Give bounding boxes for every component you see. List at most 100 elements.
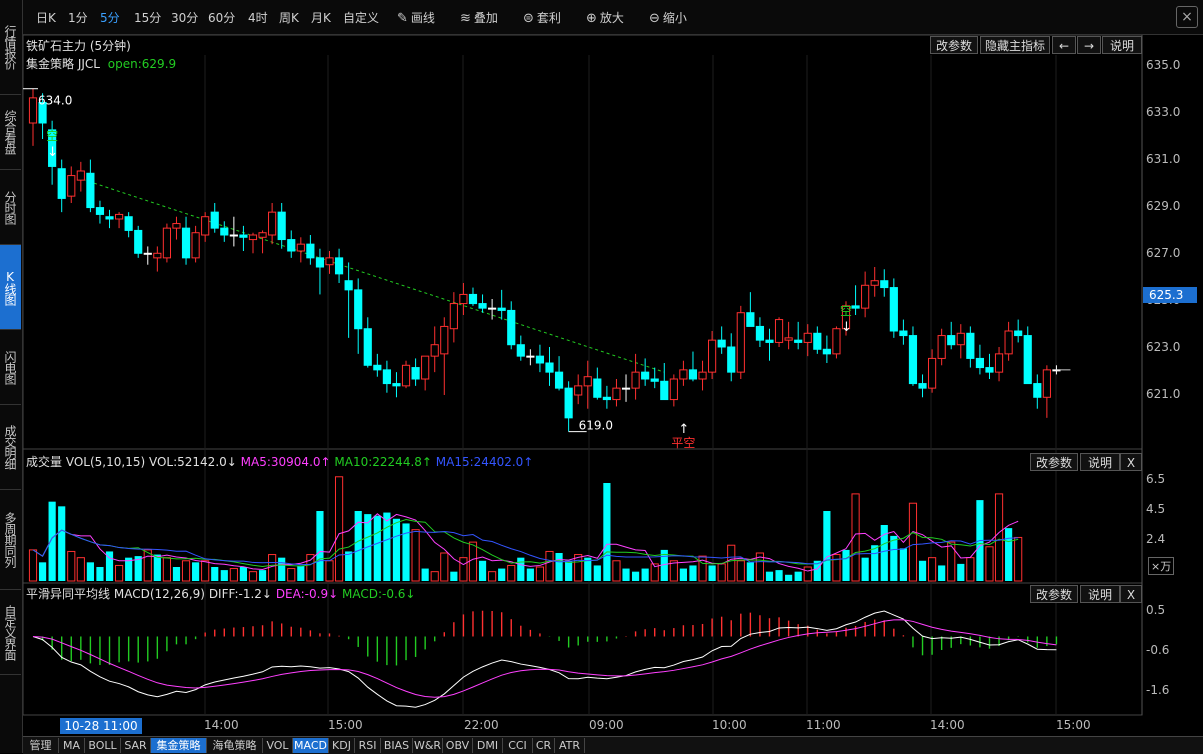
main-btn-4[interactable]: 说明 — [1102, 36, 1142, 54]
candle-down — [889, 287, 898, 332]
volume-bar-up — [440, 552, 449, 582]
volume-bar-down — [603, 483, 611, 581]
indicator-tab-15[interactable]: CR — [533, 738, 555, 753]
candle-down — [966, 332, 975, 359]
indicator-tab-14[interactable]: CCI — [503, 738, 533, 753]
period-tab-9[interactable]: 自定义 — [343, 9, 379, 26]
volume-bar-down — [565, 560, 573, 581]
candle-up — [296, 243, 305, 252]
macd-params: MACD(12,26,9) — [113, 587, 205, 601]
volume-bar-up — [507, 564, 516, 582]
sidebar-item-2[interactable]: 分时图 — [0, 170, 21, 245]
volume-bar-down — [402, 523, 410, 581]
indicator-tab-0[interactable]: 管理 — [23, 738, 59, 753]
main-btn-1[interactable]: 隐藏主指标 — [980, 36, 1050, 54]
volume-bar-down — [153, 554, 161, 581]
main-btn-3[interactable]: → — [1077, 36, 1101, 54]
volume-bar-down — [765, 571, 774, 581]
close-button[interactable]: × — [1176, 6, 1198, 28]
volume-bar-down — [679, 568, 687, 581]
candle-up — [449, 303, 458, 330]
volume-btn-2[interactable]: X — [1120, 453, 1142, 471]
sidebar-item-4[interactable]: 闪电图 — [0, 330, 21, 405]
candle-down — [660, 380, 669, 401]
candle-up — [574, 385, 583, 396]
macd-btn-0[interactable]: 改参数 — [1030, 585, 1078, 603]
candle-down — [641, 371, 650, 380]
macd-panel-frame — [23, 582, 1143, 716]
period-tab-1[interactable]: 1分 — [68, 9, 88, 26]
current-price-tag: 625.3 — [1143, 287, 1197, 303]
main-btn-0[interactable]: 改参数 — [930, 36, 978, 54]
volume-axis-label: 6.5 — [1146, 472, 1166, 486]
tool-2[interactable]: ⊜ 套利 — [523, 9, 561, 26]
sidebar-item-0[interactable]: 行情报价 — [0, 0, 21, 95]
indicator-tab-12[interactable]: OBV — [443, 738, 473, 753]
candle-up — [114, 213, 124, 220]
volume-bar-down — [785, 574, 793, 581]
tool-3[interactable]: ⊕ 放大 — [586, 9, 624, 26]
period-tab-8[interactable]: 月K — [311, 9, 331, 26]
period-tab-0[interactable]: 日K — [36, 9, 56, 26]
indicator-tab-10[interactable]: BIAS — [381, 738, 413, 753]
stack-icon: ≋ — [460, 11, 471, 26]
high-label: 634.0 — [38, 94, 72, 108]
volume-bar-down — [593, 565, 601, 581]
candle-down — [717, 339, 726, 348]
indicator-tab-3[interactable]: SAR — [121, 738, 151, 753]
indicator-tab-4[interactable]: 集金策略 — [151, 738, 207, 753]
candle-up — [67, 175, 76, 197]
period-tab-5[interactable]: 60分 — [208, 9, 235, 26]
indicator-tab-11[interactable]: W&R — [413, 738, 443, 753]
candle-down — [1014, 330, 1023, 337]
period-tab-6[interactable]: 4时 — [248, 9, 268, 26]
candle-up — [583, 376, 592, 387]
volume-bar-down — [278, 557, 286, 581]
indicator-tab-13[interactable]: DMI — [473, 738, 503, 753]
sidebar-item-5[interactable]: 成交明细 — [0, 405, 21, 490]
sidebar-item-1[interactable]: 综合看盘 — [0, 95, 21, 170]
volume-bar-down — [392, 518, 401, 581]
volume-bar-down — [899, 548, 907, 581]
candle-down — [975, 357, 985, 369]
volume-ma10: MA10:22244.8↑ — [334, 455, 432, 469]
indicator-tab-16[interactable]: ATR — [555, 738, 585, 753]
macd-btn-2[interactable]: X — [1120, 585, 1142, 603]
volume-bar-up — [143, 549, 152, 582]
volume-bar-down — [239, 567, 248, 581]
volume-bar-down — [775, 570, 783, 581]
period-tab-3[interactable]: 15分 — [134, 9, 161, 26]
volume-bar-up — [67, 550, 76, 582]
candle-down — [134, 229, 143, 254]
indicator-tab-1[interactable]: MA — [59, 738, 85, 753]
tool-0[interactable]: ✎ 画线 — [397, 9, 435, 26]
indicator-tab-8[interactable]: KDJ — [329, 738, 355, 753]
tool-1[interactable]: ≋ 叠加 — [460, 9, 498, 26]
candle-down — [497, 307, 506, 311]
sidebar-item-3[interactable]: K线图 — [0, 245, 21, 330]
candle-up — [937, 335, 946, 359]
chart-canvas[interactable]: 634.0 619.0 空 ↓ 空 ↓ ↑平空 — [23, 35, 1203, 735]
candle-down — [794, 339, 803, 343]
volume-bar-down — [708, 565, 716, 581]
tool-4[interactable]: ⊖ 缩小 — [649, 9, 687, 26]
volume-value: VOL:52142.0↓ — [148, 455, 237, 469]
strategy-label: 集金策略 JJCL open:629.9 — [26, 55, 176, 72]
volume-btn-0[interactable]: 改参数 — [1030, 453, 1078, 471]
indicator-tab-2[interactable]: BOLL — [85, 738, 121, 753]
sidebar-item-6[interactable]: 多周期同列 — [0, 490, 21, 590]
period-tab-7[interactable]: 周K — [279, 9, 299, 26]
sidebar-item-7[interactable]: 自定义界面 — [0, 590, 21, 675]
candle-up — [832, 328, 841, 355]
indicator-tab-9[interactable]: RSI — [355, 738, 381, 753]
price-panel-frame — [23, 35, 1143, 450]
macd-btn-1[interactable]: 说明 — [1080, 585, 1120, 603]
main-btn-2[interactable]: ← — [1052, 36, 1076, 54]
period-tab-2[interactable]: 5分 — [100, 9, 120, 26]
volume-btn-1[interactable]: 说明 — [1080, 453, 1120, 471]
indicator-tab-7[interactable]: MACD — [293, 738, 329, 753]
indicator-tab-6[interactable]: VOL — [263, 738, 293, 753]
indicator-tab-5[interactable]: 海龟策略 — [207, 738, 263, 753]
volume-ma15-line — [32, 529, 1019, 566]
period-tab-4[interactable]: 30分 — [171, 9, 198, 26]
